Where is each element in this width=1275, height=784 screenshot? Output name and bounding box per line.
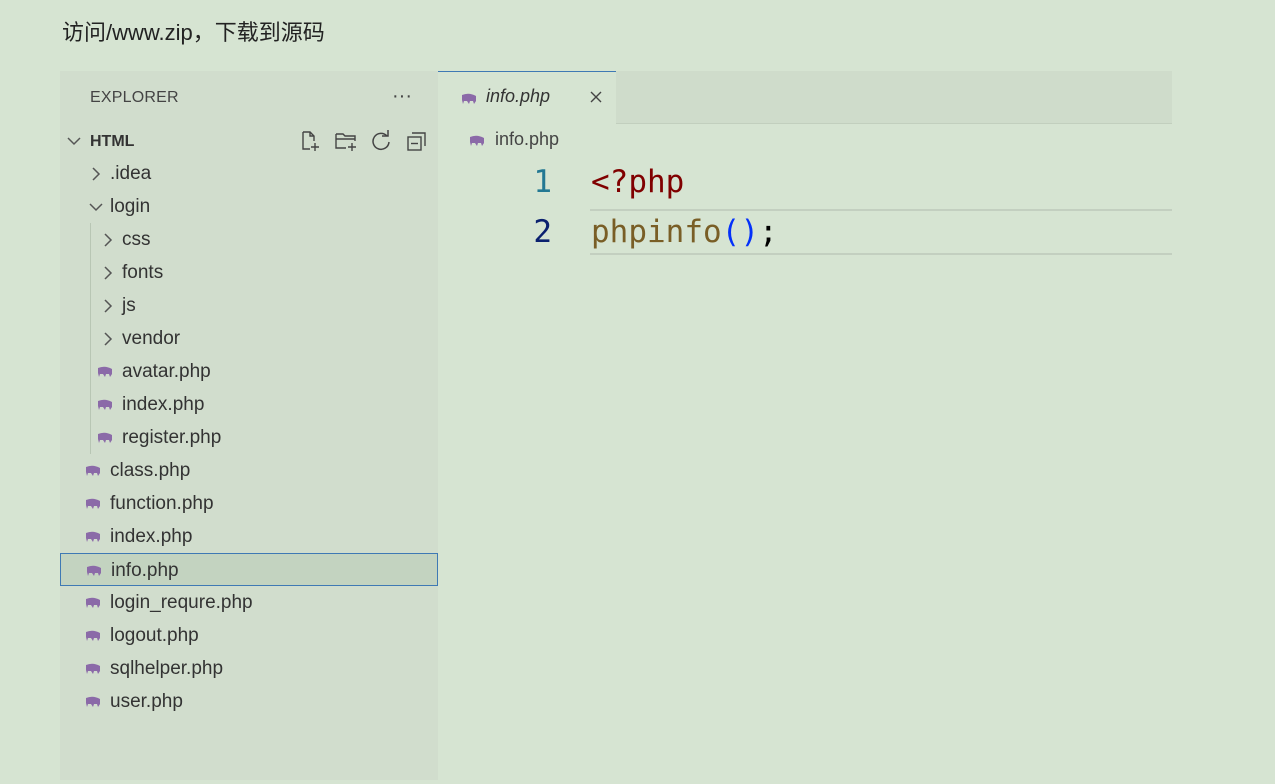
tree-item-label: user.php: [110, 691, 183, 712]
tree-folder-item[interactable]: fonts: [60, 256, 438, 289]
php-file-icon: [86, 465, 100, 476]
tree-file-item[interactable]: index.php: [60, 520, 438, 553]
tree-item-label: logout.php: [110, 625, 199, 646]
chevron-right-icon: [92, 167, 101, 181]
chevron-down-icon: [67, 137, 81, 146]
tree-file-item[interactable]: logout.php: [60, 619, 438, 652]
tree-folder-item[interactable]: vendor: [60, 322, 438, 355]
tree-item-label: register.php: [122, 427, 222, 448]
explorer-sidebar: EXPLORER ··· HTML .idea login css fonts …: [60, 71, 438, 780]
editor-area: info.php info.php 1 <?php 2 phpinfo();: [438, 71, 1172, 780]
php-file-icon: [86, 696, 100, 707]
tab-label: info.php: [486, 86, 551, 106]
tree-item-label: function.php: [110, 493, 214, 514]
chevron-right-icon: [104, 233, 113, 247]
page-caption: 访问/www.zip，下载到源码: [62, 20, 325, 45]
tree-item-label: info.php: [111, 560, 179, 581]
tree-folder-item[interactable]: .idea: [60, 157, 438, 190]
php-file-icon: [86, 498, 100, 509]
new-file-icon[interactable]: [298, 129, 322, 153]
php-file-icon: [86, 630, 100, 641]
tree-file-item[interactable]: info.php: [60, 553, 438, 586]
php-file-icon: [87, 565, 101, 576]
tree-item-label: avatar.php: [122, 361, 211, 382]
code-token: ;: [758, 214, 778, 250]
tree-item-label: login: [110, 196, 151, 217]
tree-file-item[interactable]: avatar.php: [60, 355, 438, 388]
tree-file-item[interactable]: register.php: [60, 421, 438, 454]
tree-item-label: fonts: [122, 262, 164, 283]
tree-folder-item[interactable]: login: [60, 190, 438, 223]
explorer-title: EXPLORER: [90, 89, 179, 106]
code-token: phpinfo: [591, 214, 722, 250]
refresh-icon[interactable]: [369, 129, 393, 153]
collapse-all-icon[interactable]: [405, 129, 429, 153]
tree-item-label: login_requre.php: [110, 592, 253, 613]
tree-file-item[interactable]: user.php: [60, 685, 438, 718]
code-token: <?php: [591, 164, 685, 200]
chevron-right-icon: [104, 332, 113, 346]
tab-info-php[interactable]: info.php: [438, 71, 616, 124]
tree-item-label: index.php: [110, 526, 193, 547]
php-file-icon: [462, 93, 476, 104]
tree-item-label: js: [122, 295, 136, 316]
line-number: 1: [533, 164, 552, 200]
breadcrumb-label: info.php: [495, 129, 560, 149]
tree-folder-item[interactable]: css: [60, 223, 438, 256]
code-line: 2 phpinfo();: [438, 209, 1172, 255]
folder-section-header[interactable]: HTML: [60, 127, 438, 157]
php-file-icon: [470, 135, 484, 146]
tree-file-item[interactable]: login_requre.php: [60, 586, 438, 619]
chevron-right-icon: [104, 266, 113, 280]
php-file-icon: [98, 399, 112, 410]
code-text: phpinfo();: [591, 209, 778, 255]
code-text: <?php: [591, 159, 684, 205]
tree-file-item[interactable]: function.php: [60, 487, 438, 520]
chevron-down-icon: [89, 203, 103, 212]
tree-item-label: vendor: [122, 328, 181, 349]
tree-item-label: sqlhelper.php: [110, 658, 224, 679]
more-actions-icon[interactable]: ···: [392, 85, 412, 108]
tree-file-item[interactable]: sqlhelper.php: [60, 652, 438, 685]
section-title: HTML: [90, 133, 135, 150]
tab-bar: info.php: [438, 71, 1172, 124]
php-file-icon: [86, 531, 100, 542]
tree-item-label: css: [122, 229, 151, 250]
code-line: 1 <?php: [438, 159, 1172, 205]
php-file-icon: [98, 432, 112, 443]
tree-file-item[interactable]: class.php: [60, 454, 438, 487]
new-folder-icon[interactable]: [334, 129, 358, 153]
tree-item-label: .idea: [110, 163, 152, 184]
indent-guide: [90, 223, 91, 454]
chevron-right-icon: [104, 299, 113, 313]
tree-file-item[interactable]: index.php: [60, 388, 438, 421]
php-file-icon: [86, 663, 100, 674]
tree-item-label: index.php: [122, 394, 205, 415]
php-file-icon: [98, 366, 112, 377]
php-file-icon: [86, 597, 100, 608]
tree-folder-item[interactable]: js: [60, 289, 438, 322]
close-icon[interactable]: [586, 87, 606, 107]
tree-item-label: class.php: [110, 460, 191, 481]
line-number: 2: [533, 214, 552, 250]
code-token: (): [721, 214, 759, 250]
